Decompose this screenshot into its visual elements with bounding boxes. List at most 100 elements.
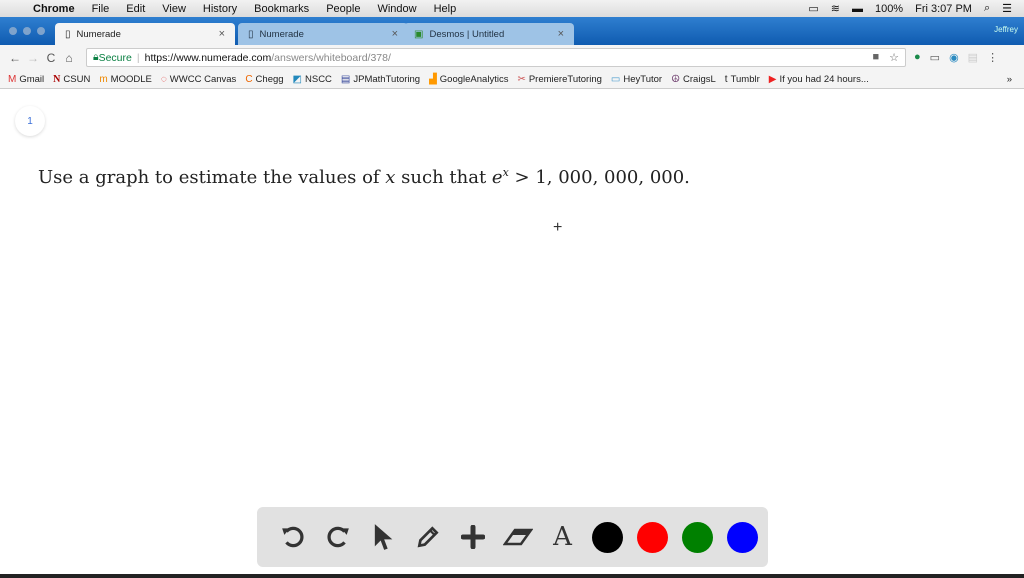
close-icon[interactable]: × (219, 28, 225, 40)
tab-title: Numerade (76, 28, 121, 40)
jpmath-icon: ▤ (340, 73, 351, 85)
q-part: such that (395, 167, 492, 188)
menu-help[interactable]: Help (434, 3, 457, 15)
url-input[interactable]: 🔒︎ Secure | https://www.numerade.com/ans… (86, 48, 906, 67)
tab-numerade-active[interactable]: ▯ Numerade × (55, 23, 235, 45)
q-part: Use a graph to estimate the values of (38, 167, 386, 188)
bookmark-csun[interactable]: N CSUN (53, 74, 90, 85)
url-host: https://www.numerade.com (144, 51, 272, 64)
tab-bar: ▯ Numerade × ▯ Numerade × ▣ Desmos | Unt… (0, 17, 1024, 45)
forward-icon[interactable]: → (24, 51, 42, 65)
bookmark-label: CraigsL (683, 73, 716, 85)
undo-icon[interactable] (270, 517, 315, 557)
whiteboard-toolbar: A (257, 507, 768, 567)
bookmark-label: HeyTutor (623, 73, 663, 85)
bookmark-label: Chegg (255, 73, 284, 85)
airplay-icon[interactable]: ▭ (808, 2, 818, 15)
bookmark-label: MOODLE (110, 73, 152, 85)
close-icon[interactable]: × (558, 28, 564, 40)
url-path: /answers/whiteboard/378/ (271, 51, 391, 64)
bookmark-craigsl[interactable]: ☮ CraigsL (671, 74, 716, 85)
extension-eye-icon[interactable]: ◉ (949, 51, 959, 64)
q-part: > 1, 000, 000, 000. (508, 167, 690, 188)
tab-title: Desmos | Untitled (429, 28, 505, 40)
page-icon: ▯ (65, 28, 71, 40)
add-plus-icon[interactable] (450, 517, 495, 557)
clock[interactable]: Fri 3:07 PM (915, 3, 972, 15)
color-red[interactable] (637, 521, 668, 553)
home-icon[interactable]: ⌂ (60, 51, 78, 65)
menu-file[interactable]: File (92, 3, 110, 15)
more-bookmarks-icon[interactable]: » (1007, 74, 1012, 85)
notification-icon[interactable]: ☰ (1002, 2, 1012, 15)
page-number-badge[interactable]: 1 (15, 106, 45, 136)
bookmark-label: Tumblr (730, 73, 760, 85)
redo-icon[interactable] (315, 517, 360, 557)
profile-name[interactable]: Jeffrey (994, 25, 1018, 34)
color-blue[interactable] (727, 521, 758, 553)
bookmark-gmail[interactable]: M Gmail (8, 74, 44, 85)
bookmark-jpmathtutoring[interactable]: ▤ JPMathTutoring (341, 74, 420, 85)
bookmark-tumblr[interactable]: t Tumblr (725, 74, 760, 85)
color-green[interactable] (682, 521, 713, 553)
text-tool-icon[interactable]: A (540, 517, 585, 557)
bottom-edge (0, 574, 1024, 578)
chegg-icon: C (245, 73, 253, 85)
tab-title: Numerade (259, 28, 304, 40)
reload-icon[interactable]: C (42, 51, 60, 65)
star-icon[interactable]: ☆ (889, 51, 899, 64)
select-pointer-icon[interactable] (360, 517, 405, 557)
bookmark-label: GoogleAnalytics (439, 73, 509, 85)
menu-app[interactable]: Chrome (33, 3, 75, 15)
question-text: Use a graph to estimate the values of x … (38, 166, 690, 188)
canvas-icon: ◌ (160, 73, 167, 85)
bookmark-wwcc-canvas[interactable]: ◌ WWCC Canvas (161, 74, 236, 85)
bookmark-premieretutoring[interactable]: ✂ PremiereTutoring (517, 74, 601, 85)
q-var: x (385, 167, 396, 188)
flag-icon[interactable]: ▬ (852, 3, 863, 15)
tumblr-icon: t (724, 73, 728, 85)
menu-history[interactable]: History (203, 3, 237, 15)
premiere-icon: ✂ (517, 73, 526, 85)
menu-people[interactable]: People (326, 3, 360, 15)
bookmark-chegg[interactable]: C Chegg (245, 74, 283, 85)
desmos-icon: ▣ (414, 28, 424, 40)
address-bar-row: ← → C ⌂ 🔒︎ Secure | https://www.numerade… (0, 45, 1024, 70)
tab-desmos[interactable]: ▣ Desmos | Untitled × (404, 23, 574, 45)
bookmark-label: NSCC (305, 73, 332, 85)
bookmark-youtube[interactable]: ▶ If you had 24 hours... (769, 74, 869, 85)
bookmark-label: Gmail (19, 73, 45, 85)
wifi-icon[interactable]: ≋ (831, 2, 840, 15)
close-icon[interactable]: × (392, 28, 398, 40)
window-controls[interactable] (9, 27, 45, 35)
crosshair-cursor-icon: + (553, 219, 563, 236)
bookmark-googleanalytics[interactable]: ▟ GoogleAnalytics (429, 74, 508, 85)
cast-icon[interactable]: ▭ (930, 51, 940, 64)
menu-window[interactable]: Window (377, 3, 416, 15)
bookmark-nscc[interactable]: ◩ NSCC (293, 74, 332, 85)
extension-icon[interactable]: ▤ (968, 51, 978, 64)
bookmark-label: CSUN (63, 73, 91, 85)
eraser-icon[interactable] (495, 517, 540, 557)
extension-icon[interactable]: ● (914, 51, 921, 64)
menu-edit[interactable]: Edit (126, 3, 145, 15)
battery-percent[interactable]: 100% (875, 3, 903, 15)
color-black[interactable] (592, 521, 623, 553)
back-icon[interactable]: ← (6, 51, 24, 65)
bookmark-heytutor[interactable]: ▭ HeyTutor (611, 74, 662, 85)
peace-icon: ☮ (671, 73, 681, 85)
tab-numerade[interactable]: ▯ Numerade × (238, 23, 408, 45)
page-icon: ▯ (248, 28, 254, 40)
menu-bookmarks[interactable]: Bookmarks (254, 3, 309, 15)
bookmark-label: WWCC Canvas (169, 73, 237, 85)
gmail-icon: M (8, 73, 17, 85)
menu-view[interactable]: View (162, 3, 186, 15)
bookmark-moodle[interactable]: m MOODLE (99, 74, 152, 85)
camera-icon[interactable]: ■ (872, 51, 879, 64)
chrome-menu-icon[interactable]: ⋮ (987, 51, 998, 64)
nscc-icon: ◩ (292, 73, 302, 85)
secure-label: Secure (98, 51, 132, 64)
spotlight-icon[interactable]: ⌕ (984, 2, 990, 15)
pencil-icon[interactable] (405, 517, 450, 557)
csun-icon: N (53, 73, 61, 85)
